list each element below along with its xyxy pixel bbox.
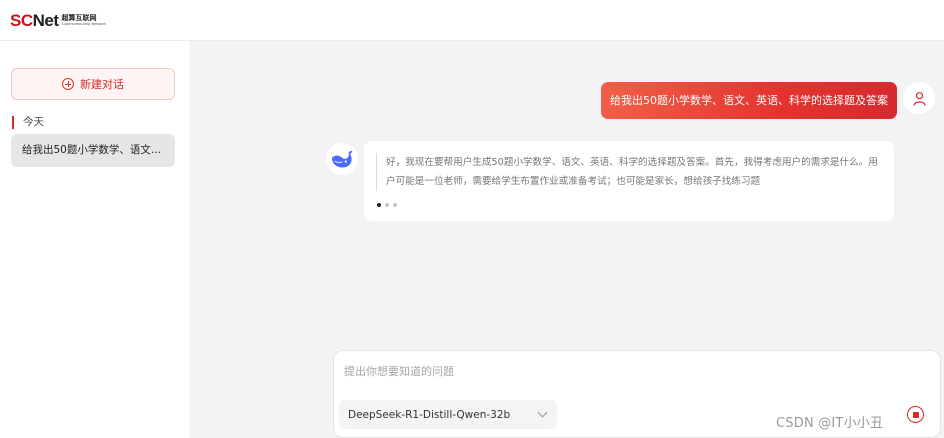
logo-mark: SCNet [10, 11, 59, 30]
whale-icon [332, 150, 353, 168]
user-icon [912, 91, 926, 106]
top-header: SCNet 超算互联网 Supercomputing Network [0, 0, 944, 41]
loading-dot [393, 203, 397, 207]
new-chat-label: 新建对话 [80, 78, 124, 91]
assistant-avatar [326, 143, 358, 175]
loading-dot [377, 203, 381, 207]
stop-generation-button[interactable] [907, 406, 924, 423]
logo-subtitle: 超算互联网 Supercomputing Network [62, 15, 107, 27]
user-avatar [903, 82, 935, 114]
user-message-bubble: 给我出50题小学数学、语文、英语、科学的选择题及答案 [601, 82, 897, 119]
logo-en-text: Supercomputing Network [61, 22, 107, 27]
section-today-label: 今天 [12, 116, 44, 129]
loading-dots [377, 203, 397, 207]
stop-icon [912, 411, 919, 418]
loading-dot [385, 203, 389, 207]
watermark-text: CSDN @IT小小丑 [776, 416, 884, 431]
history-item[interactable]: 给我出50题小学数学、语文... [11, 134, 175, 167]
plus-circle-icon [62, 78, 74, 90]
assistant-thinking-text: 好，我现在要帮用户生成50题小学数学、语文、英语、科学的选择题及答案。首先，我得… [376, 153, 886, 191]
scnet-logo[interactable]: SCNet 超算互联网 Supercomputing Network [10, 11, 106, 31]
question-input[interactable] [344, 361, 924, 381]
logo-cn-text: 超算互联网 [61, 14, 97, 23]
sidebar: 新建对话 今天 给我出50题小学数学、语文... [0, 41, 191, 438]
chevron-down-icon [537, 407, 548, 418]
model-select-dropdown[interactable]: DeepSeek-R1-Distill-Qwen-32b [339, 400, 557, 429]
assistant-message-card: 好，我现在要帮用户生成50题小学数学、语文、英语、科学的选择题及答案。首先，我得… [364, 141, 894, 221]
new-chat-button[interactable]: 新建对话 [11, 68, 175, 100]
model-select-value: DeepSeek-R1-Distill-Qwen-32b [348, 408, 511, 421]
